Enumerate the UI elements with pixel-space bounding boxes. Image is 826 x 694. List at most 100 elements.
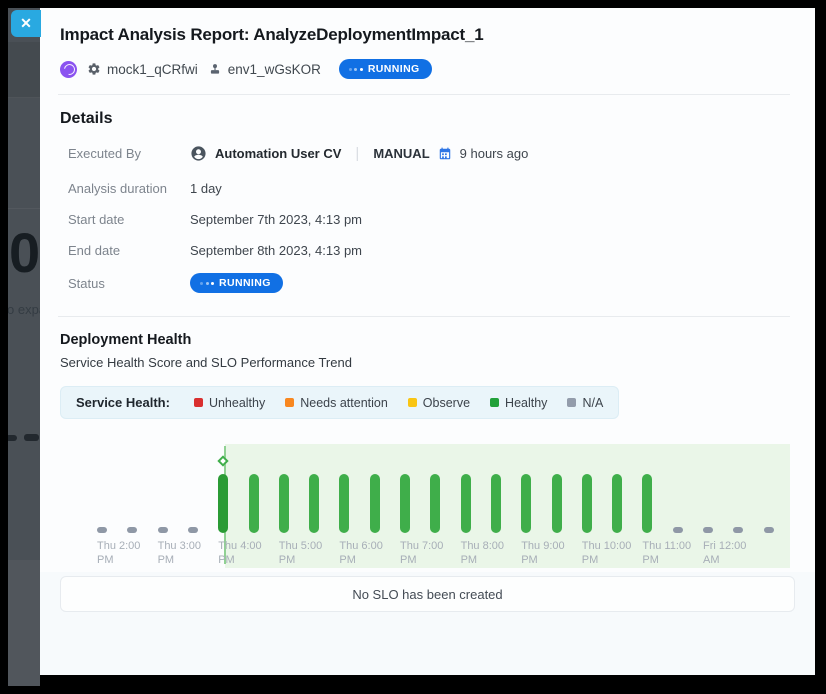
health-bar-healthy[interactable] [370,474,380,533]
gear-icon [87,62,101,76]
service-name: mock1_qCRfwi [107,62,198,77]
header-divider [58,94,790,95]
x-axis-tick-label: Fri 12:00 AM [703,540,746,567]
legend-label: N/A [582,396,603,410]
calendar-icon [438,147,452,161]
environment-name: env1_wGsKOR [228,62,321,77]
trigger-type: MANUAL [373,146,429,161]
screenshot-frame: 0 o expa ✕ Impact Analysis Report: Analy… [0,0,826,694]
health-bar-na[interactable] [97,527,107,533]
x-axis-tick-label: Thu 11:00 PM [642,540,691,567]
close-drawer-button[interactable]: ✕ [11,10,41,37]
health-bar-na[interactable] [764,527,774,533]
health-bar-healthy[interactable] [461,474,471,533]
background-partial-text: o expa [8,302,40,317]
x-axis-tick-label: Thu 5:00 PM [279,540,322,567]
x-axis-tick-label: Thu 8:00 PM [461,540,504,567]
environment-name-item[interactable]: env1_wGsKOR [208,62,321,77]
service-health-legend: Service Health: Unhealthy Needs attention… [60,386,619,419]
health-bar-na[interactable] [188,527,198,533]
health-bar-na[interactable] [733,527,743,533]
x-axis-tick-label: Thu 3:00 PM [158,540,201,567]
legend-label: Observe [423,396,470,410]
legend-label: Needs attention [300,396,388,410]
health-bar-na[interactable] [127,527,137,533]
legend-label: Healthy [505,396,547,410]
health-bar-healthy[interactable] [430,474,440,533]
health-bar-healthy[interactable] [309,474,319,533]
background-metric-number: 0 [9,220,39,285]
health-bar-healthy[interactable] [400,474,410,533]
health-bar-healthy[interactable] [521,474,531,533]
health-bar-healthy[interactable] [491,474,501,533]
environment-icon [208,62,222,76]
health-bar-na[interactable] [703,527,713,533]
health-bar-healthy[interactable] [552,474,562,533]
status-badge: RUNNING [190,273,283,293]
health-bar-na[interactable] [673,527,683,533]
section-divider [58,316,790,317]
health-bar-healthy[interactable] [218,474,228,533]
x-axis-tick-label: Thu 10:00 PM [582,540,632,567]
x-axis-tick-label: Thu 7:00 PM [400,540,443,567]
dimmed-background-page: 0 o expa [8,8,40,686]
legend-title: Service Health: [76,395,170,410]
details-heading: Details [60,110,795,128]
executed-by-user: Automation User CV [215,146,341,161]
service-health-chart[interactable]: Thu 2:00 PMThu 3:00 PMThu 4:00 PMThu 5:0… [60,427,795,572]
details-value: September 7th 2023, 4:13 pm [190,212,362,227]
legend-items: Unhealthy Needs attention Observe Healthy N/… [194,396,603,410]
details-label: End date [68,243,190,258]
service-avatar-icon [60,61,77,78]
details-label: Executed By [68,146,190,161]
details-label: Analysis duration [68,181,190,196]
service-name-item[interactable]: mock1_qCRfwi [87,62,198,77]
details-label: Start date [68,212,190,227]
x-axis-tick-label: Thu 9:00 PM [521,540,564,567]
report-meta-row: mock1_qCRfwi env1_wGsKOR RUNNING [60,59,795,79]
details-simple-rows: Analysis duration1 dayStart dateSeptembe… [60,173,795,266]
health-bar-healthy[interactable] [582,474,592,533]
legend-swatch-icon [194,398,203,407]
running-dots-icon [200,282,214,285]
executed-time-ago: 9 hours ago [460,146,529,161]
details-table: Executed By Automation User CV | MANUAL … [60,138,795,300]
details-value: September 8th 2023, 4:13 pm [190,243,362,258]
close-icon: ✕ [20,15,32,32]
value-divider: | [355,145,359,162]
chart-subtitle: Service Health Score and SLO Performance… [60,355,795,370]
legend-swatch-icon [567,398,576,407]
health-bar-na[interactable] [158,527,168,533]
page-title: Impact Analysis Report: AnalyzeDeploymen… [60,25,791,45]
legend-item: N/A [567,396,603,410]
user-avatar-icon [190,145,207,162]
x-axis-tick-label: Thu 6:00 PM [339,540,382,567]
slo-section: No SLO has been created [40,572,815,675]
status-badge: RUNNING [339,59,432,79]
details-row-executed-by: Executed By Automation User CV | MANUAL … [60,138,795,169]
background-page-fragment [8,42,40,98]
health-bar-healthy[interactable] [249,474,259,533]
no-slo-message: No SLO has been created [352,587,502,602]
background-page-fragment [8,560,40,686]
health-bar-healthy[interactable] [279,474,289,533]
legend-item: Needs attention [285,396,388,410]
health-bar-healthy[interactable] [339,474,349,533]
legend-item: Observe [408,396,470,410]
details-value: 1 day [190,181,222,196]
health-bar-healthy[interactable] [642,474,652,533]
background-page-fragment [8,435,17,441]
details-row: Analysis duration1 day [60,173,795,204]
legend-label: Unhealthy [209,396,265,410]
health-bar-healthy[interactable] [612,474,622,533]
details-row-status: Status RUNNING [60,266,795,300]
status-badge-label: RUNNING [219,277,271,289]
background-page-fragment [8,208,40,209]
x-axis-tick-label: Thu 2:00 PM [97,540,140,567]
no-slo-message-box: No SLO has been created [60,576,795,612]
legend-swatch-icon [490,398,499,407]
legend-item: Healthy [490,396,547,410]
impact-analysis-report-drawer: Impact Analysis Report: AnalyzeDeploymen… [40,8,815,675]
deployment-health-heading: Deployment Health [60,332,795,348]
running-dots-icon [349,68,363,71]
